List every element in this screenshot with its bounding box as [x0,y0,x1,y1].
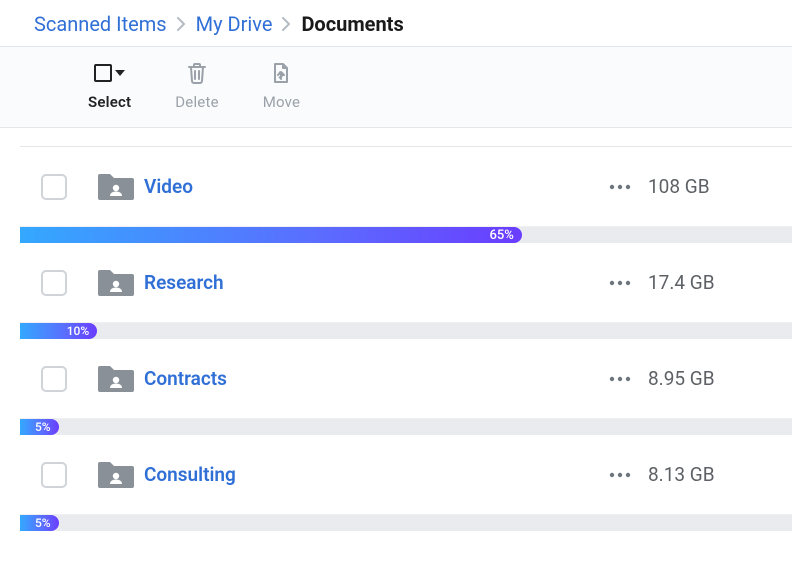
folder-row: Contracts 8.95 GB [20,339,792,419]
chevron-right-icon [282,17,291,31]
shared-folder-icon [88,362,144,396]
row-size: 108 GB [648,175,768,198]
usage-bar-fill: 5% [20,419,59,435]
row-more-button[interactable] [592,375,648,383]
folder-row: Video 108 GB [20,147,792,227]
breadcrumb-link-my-drive[interactable]: My Drive [196,12,273,36]
delete-button[interactable]: Delete [175,61,218,111]
folder-name-link[interactable]: Contracts [144,367,592,390]
row-size: 17.4 GB [648,271,768,294]
usage-bar: 65% [20,227,792,243]
breadcrumb-current: Documents [301,12,403,36]
row-more-button[interactable] [592,471,648,479]
usage-bar: 5% [20,419,792,435]
folder-row: Research 17.4 GB [20,243,792,323]
row-checkbox[interactable] [41,366,67,392]
shared-folder-icon [88,266,144,300]
row-size: 8.95 GB [648,367,768,390]
toolbar: Select Delete Move [0,46,792,128]
delete-label: Delete [175,93,218,111]
file-list: Video 108 GB 65% Research 17.4 GB 10% [20,146,792,531]
folder-name-link[interactable]: Video [144,175,592,198]
row-more-button[interactable] [592,279,648,287]
select-label: Select [88,93,131,111]
shared-folder-icon [88,170,144,204]
usage-bar-fill: 10% [20,323,97,339]
move-button[interactable]: Move [263,61,300,111]
folder-name-link[interactable]: Research [144,271,592,294]
folder-row: Consulting 8.13 GB [20,435,792,515]
folder-name-link[interactable]: Consulting [144,463,592,486]
checkbox-dropdown-icon [94,64,125,82]
shared-folder-icon [88,458,144,492]
trash-icon [186,61,208,85]
usage-bar: 10% [20,323,792,339]
usage-bar-fill: 5% [20,515,59,531]
row-more-button[interactable] [592,183,648,191]
row-checkbox[interactable] [41,462,67,488]
select-all-button[interactable]: Select [88,61,131,111]
row-size: 8.13 GB [648,463,768,486]
breadcrumb: Scanned Items My Drive Documents [0,0,792,46]
move-label: Move [263,93,300,111]
usage-bar-fill: 65% [20,227,522,243]
move-file-icon [270,61,292,85]
row-checkbox[interactable] [41,174,67,200]
chevron-right-icon [177,17,186,31]
row-checkbox[interactable] [41,270,67,296]
breadcrumb-link-scanned-items[interactable]: Scanned Items [34,12,167,36]
usage-bar: 5% [20,515,792,531]
